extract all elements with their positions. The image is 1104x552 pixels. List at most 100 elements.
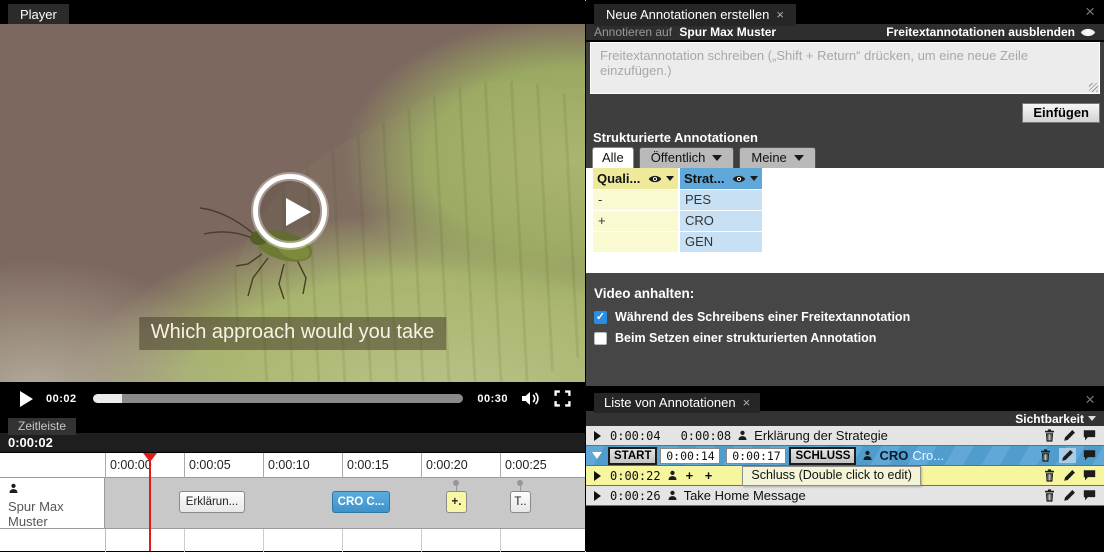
- annotation-row[interactable]: 0:00:26 Take Home Message: [586, 486, 1104, 506]
- gridline: [105, 453, 106, 478]
- gridline: [263, 529, 264, 552]
- list-tab-label: Liste von Annotationen: [604, 395, 736, 410]
- comment-icon[interactable]: [1083, 489, 1096, 502]
- tab-player[interactable]: Player: [8, 4, 69, 26]
- checkbox-checked[interactable]: ✓: [594, 311, 607, 324]
- close-icon[interactable]: ×: [743, 395, 751, 410]
- pause-option-freetext-label: Während des Schreibens einer Freitextann…: [615, 310, 910, 324]
- play-icon: [286, 198, 311, 226]
- gridline: [184, 453, 185, 478]
- tab-oeffentlich-label: Öffentlich: [651, 150, 706, 165]
- comment-icon[interactable]: [1083, 429, 1096, 442]
- chevron-down-icon[interactable]: [750, 176, 758, 181]
- freetext-annotation-input[interactable]: [590, 42, 1100, 94]
- tab-meine[interactable]: Meine: [739, 147, 815, 168]
- player-section: Player Which approach would you take 00:…: [0, 0, 585, 552]
- annotate-header: Annotieren auf Spur Max Muster Freitexta…: [586, 24, 1104, 40]
- delete-icon[interactable]: [1039, 449, 1052, 462]
- tab-alle[interactable]: Alle: [592, 147, 634, 168]
- edit-active-highlight[interactable]: [1059, 448, 1076, 463]
- quali-option-minus[interactable]: -: [593, 190, 678, 210]
- tab-zeitleiste[interactable]: Zeitleiste: [8, 418, 76, 435]
- timeline-block-erklaerung[interactable]: Erklärun...: [179, 491, 245, 513]
- list-panel-tabbar: Liste von Annotationen × ×: [586, 390, 1104, 411]
- pause-option-structured-label: Beim Setzen einer strukturierten Annotat…: [615, 331, 876, 345]
- volume-icon[interactable]: [521, 390, 541, 407]
- video-pause-heading: Video anhalten:: [594, 286, 1096, 301]
- strat-option-pes[interactable]: PES: [680, 190, 762, 210]
- schluss-button[interactable]: SCHLUSS: [789, 447, 856, 465]
- play-overlay-button[interactable]: [253, 174, 327, 248]
- eye-icon[interactable]: [732, 174, 746, 184]
- tab-neue-annotationen[interactable]: Neue Annotationen erstellen ×: [594, 4, 796, 26]
- track-name: Spur Max Muster: [8, 499, 104, 529]
- fullscreen-icon[interactable]: [554, 390, 571, 407]
- playhead-marker[interactable]: [143, 453, 157, 462]
- edit-icon[interactable]: [1063, 469, 1076, 482]
- checkbox-unchecked[interactable]: [594, 332, 607, 345]
- annotation-track[interactable]: Erklärun... CRO C... +. T.. Spur Max Mus…: [0, 478, 585, 528]
- timeline-panel: Zeitleiste 0:00:02 0:00:00 0:00:05 0:00:…: [0, 415, 585, 552]
- annotation-code: CRO: [879, 448, 908, 463]
- eye-icon[interactable]: [648, 174, 662, 184]
- column-header-quali[interactable]: Quali...: [593, 168, 678, 189]
- chevron-right-icon[interactable]: [594, 431, 601, 441]
- edit-tooltip[interactable]: Schluss (Double click to edit): [742, 466, 920, 486]
- timeline-block-t[interactable]: T..: [510, 491, 531, 513]
- player-tab-label: Player: [20, 7, 57, 22]
- play-button[interactable]: [20, 391, 33, 407]
- annotation-list-panel: Liste von Annotationen × × Sichtbarkeit …: [586, 390, 1104, 552]
- column-quali: Quali... - +: [593, 168, 678, 273]
- timeline-ruler[interactable]: 0:00:00 0:00:05 0:00:10 0:00:15 0:00:20 …: [0, 453, 585, 478]
- timeline-block-cro[interactable]: CRO C...: [332, 491, 390, 513]
- strat-option-cro[interactable]: CRO: [680, 211, 762, 231]
- timeline-lower-lane[interactable]: [0, 528, 585, 551]
- person-icon: [8, 483, 19, 494]
- edit-icon[interactable]: [1063, 429, 1076, 442]
- chevron-right-icon[interactable]: [594, 491, 601, 501]
- insert-button[interactable]: Einfügen: [1022, 103, 1100, 123]
- delete-icon[interactable]: [1043, 489, 1056, 502]
- player-controls: 00:02 00:30: [0, 382, 585, 415]
- player-tabbar: Player: [0, 0, 585, 24]
- chevron-right-icon[interactable]: [594, 471, 601, 481]
- right-section: Neue Annotationen erstellen × × Annotier…: [586, 0, 1104, 552]
- tab-alle-label: Alle: [602, 150, 624, 165]
- delete-icon[interactable]: [1043, 429, 1056, 442]
- visibility-dropdown[interactable]: Sichtbarkeit: [586, 411, 1104, 426]
- column-header-strat[interactable]: Strat...: [680, 168, 762, 189]
- progress-bar[interactable]: [93, 394, 464, 403]
- end-time-input[interactable]: [726, 448, 786, 464]
- tab-liste-von-annotationen[interactable]: Liste von Annotationen ×: [594, 393, 760, 413]
- timeline-block-plus[interactable]: +.: [446, 491, 467, 513]
- comment-icon[interactable]: [1083, 449, 1096, 462]
- close-icon[interactable]: ×: [776, 7, 784, 22]
- start-time-input[interactable]: [660, 448, 720, 464]
- person-icon: [667, 470, 678, 481]
- column-strat-label: Strat...: [684, 171, 728, 186]
- start-button[interactable]: START: [608, 447, 657, 465]
- annotation-row[interactable]: 0:00:04 0:00:08 Erklärung der Strategie: [586, 426, 1104, 446]
- chevron-down-icon: [794, 155, 804, 161]
- gridline: [421, 529, 422, 552]
- delete-icon[interactable]: [1043, 469, 1056, 482]
- comment-icon[interactable]: [1083, 469, 1096, 482]
- playhead[interactable]: [149, 453, 151, 551]
- tab-oeffentlich[interactable]: Öffentlich: [639, 147, 735, 168]
- hide-freetext-toggle[interactable]: Freitextannotationen ausblenden: [886, 25, 1096, 39]
- column-strat: Strat... PES CRO GEN: [680, 168, 762, 273]
- close-icon[interactable]: ×: [1085, 3, 1095, 20]
- quali-option-plus[interactable]: +: [593, 211, 678, 231]
- annotation-row[interactable]: 0:00:22 + + Schluss (Double click to edi…: [586, 466, 1104, 486]
- chevron-down-icon[interactable]: [666, 176, 674, 181]
- gridline: [421, 453, 422, 478]
- close-icon[interactable]: ×: [1085, 391, 1095, 408]
- quali-option-empty[interactable]: [593, 232, 678, 252]
- annotation-row-selected[interactable]: START SCHLUSS CRO Cro...: [586, 446, 1104, 466]
- strat-option-gen[interactable]: GEN: [680, 232, 762, 252]
- tab-meine-label: Meine: [751, 150, 786, 165]
- structured-annotations-heading: Strukturierte Annotationen: [586, 128, 1104, 146]
- video-viewport[interactable]: Which approach would you take: [0, 24, 585, 382]
- edit-icon[interactable]: [1063, 489, 1076, 502]
- chevron-down-icon[interactable]: [592, 452, 602, 459]
